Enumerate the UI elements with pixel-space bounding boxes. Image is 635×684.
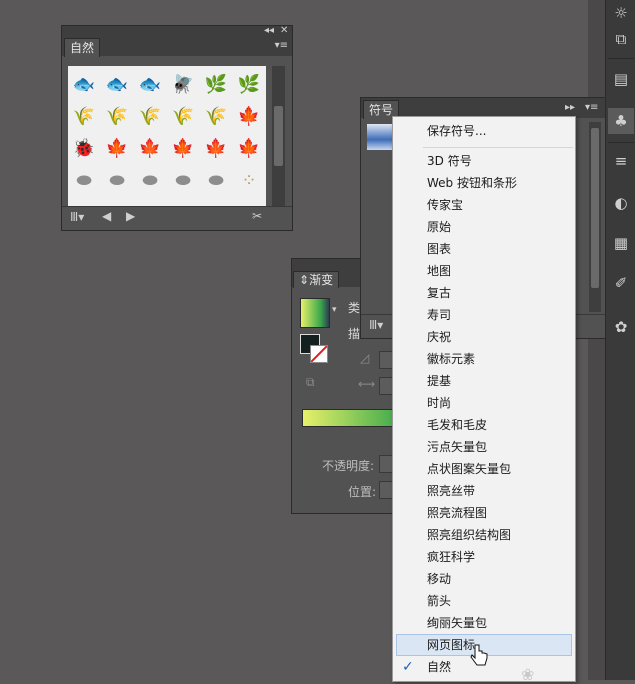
- align-icon[interactable]: ▤: [610, 68, 632, 90]
- menu-separator: [423, 147, 573, 148]
- close-icon[interactable]: ✕: [280, 25, 288, 36]
- ladybug-icon[interactable]: 🐞: [68, 133, 100, 164]
- leaf-icon[interactable]: 🍁: [200, 133, 232, 164]
- library-menu-icon[interactable]: Ⅲ▾: [70, 210, 84, 224]
- menu-item[interactable]: 原始: [393, 216, 575, 238]
- angle-icon: ◿: [360, 351, 370, 365]
- palette-icon[interactable]: ✿: [610, 316, 632, 338]
- sun-icon[interactable]: ☼: [610, 2, 632, 24]
- next-icon[interactable]: ▶: [126, 209, 135, 223]
- menu-item[interactable]: Web 按钮和条形: [393, 172, 575, 194]
- leaf-icon[interactable]: 🍁: [233, 101, 265, 132]
- menu-item[interactable]: 疯狂科学: [393, 546, 575, 568]
- club-symbol-icon[interactable]: ♣: [608, 108, 634, 134]
- leaf-icon[interactable]: 🍁: [134, 133, 166, 164]
- collapse-icon[interactable]: ◂◂: [264, 25, 274, 36]
- watermark-paw-icon: ❀: [521, 665, 535, 684]
- stone-icon[interactable]: ⬬: [101, 165, 133, 196]
- reverse-gradient-icon[interactable]: ⧉: [306, 375, 315, 390]
- menu-item[interactable]: 时尚: [393, 392, 575, 414]
- menu-item[interactable]: 毛发和毛皮: [393, 414, 575, 436]
- tab-nature[interactable]: 自然: [64, 38, 101, 57]
- opacity-label: 不透明度:: [322, 459, 375, 473]
- fish-icon[interactable]: 🐟: [68, 69, 100, 100]
- stone-icon[interactable]: ⬬: [134, 165, 166, 196]
- leaf-icon[interactable]: 🍁: [167, 133, 199, 164]
- menu-item[interactable]: 寿司: [393, 304, 575, 326]
- leaf-icon[interactable]: 🍁: [233, 133, 265, 164]
- sand-icon[interactable]: ⁘: [233, 165, 265, 196]
- library-menu-icon[interactable]: Ⅲ▾: [369, 318, 383, 332]
- scroll-thumb[interactable]: [274, 106, 283, 166]
- stroke-none-swatch[interactable]: [310, 345, 328, 363]
- stroke-label: 描: [348, 327, 361, 341]
- stone-icon[interactable]: ⬬: [167, 165, 199, 196]
- menu-item[interactable]: 徽标元素: [393, 348, 575, 370]
- symbol-thumbnail[interactable]: [367, 124, 393, 150]
- hand-cursor-icon: [470, 644, 488, 666]
- menu-item[interactable]: 地图: [393, 260, 575, 282]
- fish-icon[interactable]: 🐟: [134, 69, 166, 100]
- scroll-thumb[interactable]: [591, 128, 599, 288]
- menu-item[interactable]: 复古: [393, 282, 575, 304]
- gradient-swatch[interactable]: [300, 298, 330, 328]
- leaf-icon[interactable]: 🍁: [101, 133, 133, 164]
- plant-icon[interactable]: 🌿: [200, 69, 232, 100]
- break-link-icon[interactable]: ✂: [252, 209, 262, 223]
- brush-icon[interactable]: ✐: [610, 272, 632, 294]
- grass-icon[interactable]: 🌾: [200, 101, 232, 132]
- fish-icon[interactable]: 🐟: [101, 69, 133, 100]
- menu-item[interactable]: 照亮组织结构图: [393, 524, 575, 546]
- scrollbar[interactable]: [589, 122, 601, 312]
- menu-item[interactable]: 点状图案矢量包: [393, 458, 575, 480]
- menu-item-save-symbols[interactable]: 保存符号...: [393, 120, 575, 142]
- previous-icon[interactable]: ◀: [102, 209, 111, 223]
- menu-item[interactable]: 照亮丝带: [393, 480, 575, 502]
- fly-icon[interactable]: 🪰: [167, 69, 199, 100]
- type-label: 类: [348, 301, 361, 315]
- menu-item[interactable]: 传家宝: [393, 194, 575, 216]
- tab-gradient[interactable]: ⇕渐变: [293, 271, 340, 288]
- nature-library-panel: ◂◂ ✕ 自然 ▾≡ 🐟 🐟 🐟 🪰 🌿 🌿 🌾 🌾 🌾 🌾 🌾 🍁 🐞 🍁 🍁 🍁 🍁 🍁 ⬬ ⬬ ⬬ ⬬ ⬬ ⁘ Ⅲ▾ ◀…: [61, 25, 293, 231]
- symbol-library-menu: 保存符号... 3D 符号 Web 按钮和条形 传家宝 原始 图表 地图 复古 寿司 庆祝 徽标元…: [392, 116, 576, 684]
- tab-stepper-icon: ⇕: [299, 273, 310, 287]
- circles-icon[interactable]: ◐: [610, 192, 632, 214]
- right-dock: ☼ ⧉ ▤ ♣ ≡ ◐ ▦ ✐ ✿: [605, 0, 635, 680]
- checkmark-icon: ✓: [402, 659, 414, 675]
- expand-icon[interactable]: ▸▸: [565, 102, 575, 113]
- grass-icon[interactable]: 🌾: [101, 101, 133, 132]
- menu-item[interactable]: 污点矢量包: [393, 436, 575, 458]
- menu-item[interactable]: 提基: [393, 370, 575, 392]
- panel-menu-icon[interactable]: ▾≡: [585, 102, 598, 113]
- position-label: 位置:: [348, 485, 377, 499]
- menu-item[interactable]: 庆祝: [393, 326, 575, 348]
- grass-icon[interactable]: 🌾: [68, 101, 100, 132]
- plant-icon[interactable]: 🌿: [233, 69, 265, 100]
- menu-item[interactable]: 3D 符号: [393, 150, 575, 172]
- stone-icon[interactable]: ⬬: [68, 165, 100, 196]
- scrollbar[interactable]: [272, 66, 285, 223]
- menu-item[interactable]: 图表: [393, 238, 575, 260]
- panel-menu-icon[interactable]: ▾≡: [275, 40, 288, 51]
- swatch-dropdown-icon[interactable]: ▾: [332, 305, 337, 315]
- menu-item[interactable]: 绚丽矢量包: [393, 612, 575, 634]
- stone-icon[interactable]: ⬬: [200, 165, 232, 196]
- symbol-grid: 🐟 🐟 🐟 🪰 🌿 🌿 🌾 🌾 🌾 🌾 🌾 🍁 🐞 🍁 🍁 🍁 🍁 🍁 ⬬ ⬬ ⬬ ⬬ ⬬ ⁘: [68, 66, 266, 223]
- transform-icon[interactable]: ⧉: [610, 28, 632, 50]
- stroke-lines-icon[interactable]: ≡: [610, 150, 632, 172]
- gradient-slider[interactable]: [302, 409, 402, 427]
- grid-icon[interactable]: ▦: [610, 232, 632, 254]
- panel-title-bar[interactable]: ◂◂ ✕: [62, 25, 292, 36]
- grass-icon[interactable]: 🌾: [134, 101, 166, 132]
- menu-item[interactable]: 移动: [393, 568, 575, 590]
- grass-icon[interactable]: 🌾: [167, 101, 199, 132]
- aspect-ratio-icon: ⟷: [358, 377, 376, 391]
- menu-item[interactable]: 照亮流程图: [393, 502, 575, 524]
- menu-item[interactable]: 箭头: [393, 590, 575, 612]
